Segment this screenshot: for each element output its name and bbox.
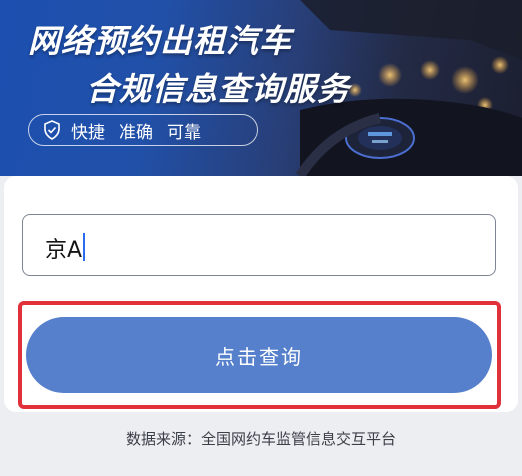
shield-check-icon (44, 120, 60, 140)
plate-input-value: 京A (45, 238, 83, 263)
feature-fast: 快捷 (71, 122, 105, 143)
text-caret (83, 233, 85, 261)
hero-banner: 网络预约出租汽车 合规信息查询服务 快捷 准确 可靠 (0, 0, 522, 176)
data-source-note: 数据来源：全国网约车监管信息交互平台 (125, 430, 396, 448)
plate-number-input[interactable]: 京A (22, 214, 496, 276)
feature-reliable: 可靠 (167, 122, 201, 143)
query-button[interactable]: 点击查询 (26, 317, 492, 393)
feature-accurate: 准确 (119, 122, 153, 143)
banner-title-line2: 合规信息查询服务 (86, 70, 351, 108)
feature-tags: 快捷 准确 可靠 (28, 114, 258, 146)
banner-title-line1: 网络预约出租汽车 (28, 22, 293, 60)
